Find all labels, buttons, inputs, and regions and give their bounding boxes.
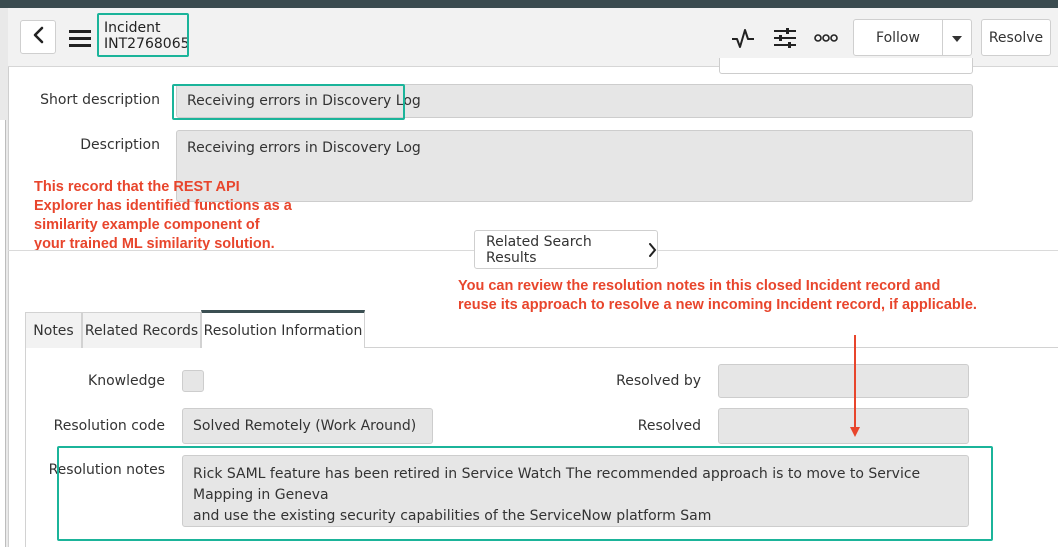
knowledge-checkbox[interactable] bbox=[182, 370, 204, 392]
tab-panel-border bbox=[25, 347, 26, 547]
resolved-by-label: Resolved by bbox=[616, 373, 701, 389]
field-partial-top bbox=[719, 58, 973, 74]
annotation-right-line: reuse its approach to resolve a new inco… bbox=[458, 297, 977, 313]
knowledge-label: Knowledge bbox=[88, 373, 165, 389]
resolved-field[interactable] bbox=[718, 408, 969, 444]
left-gutter-lower bbox=[0, 120, 6, 547]
caret-down-icon bbox=[952, 30, 962, 46]
window-top-strip bbox=[0, 0, 1058, 8]
description-label: Description bbox=[80, 137, 160, 153]
related-search-label: Related Search Results bbox=[486, 233, 592, 266]
divider-right bbox=[658, 250, 1058, 251]
chevron-right-icon bbox=[648, 242, 657, 257]
annotation-right: You can review the resolution notes in t… bbox=[458, 277, 1048, 315]
back-button[interactable] bbox=[20, 20, 56, 54]
resolution-code-field[interactable]: Solved Remotely (Work Around) bbox=[182, 408, 433, 444]
more-options-icon[interactable] bbox=[813, 28, 839, 48]
divider-left bbox=[8, 250, 474, 251]
tab-related-records[interactable]: Related Records bbox=[82, 312, 201, 348]
annotation-right-line: You can review the resolution notes in t… bbox=[458, 278, 941, 294]
annotation-left-line: similarity example component of bbox=[34, 217, 260, 233]
sliders-settings-icon[interactable] bbox=[772, 25, 798, 51]
annotation-arrow-icon bbox=[850, 335, 860, 437]
annotation-left: This record that the REST API Explorer h… bbox=[34, 178, 334, 254]
annotation-left-line: your trained ML similarity solution. bbox=[34, 236, 275, 252]
resolve-button[interactable]: Resolve bbox=[981, 19, 1051, 56]
tab-notes[interactable]: Notes bbox=[25, 312, 82, 348]
related-search-results-button[interactable]: Related Search Results bbox=[474, 230, 658, 269]
hamburger-menu-icon[interactable] bbox=[66, 26, 94, 50]
follow-button[interactable]: Follow bbox=[853, 19, 943, 56]
resolved-by-field[interactable] bbox=[718, 364, 969, 398]
annotation-left-line: This record that the REST API bbox=[34, 179, 240, 195]
follow-dropdown-button[interactable] bbox=[942, 19, 972, 56]
short-description-highlight bbox=[172, 84, 405, 120]
tab-resolution-information[interactable]: Resolution Information bbox=[201, 310, 365, 348]
record-title-highlight bbox=[97, 13, 189, 57]
resolution-notes-highlight bbox=[57, 446, 993, 541]
annotation-left-line: Explorer has identified functions as a bbox=[34, 198, 292, 214]
activity-pulse-icon[interactable] bbox=[730, 25, 756, 51]
resolved-label: Resolved bbox=[637, 418, 701, 434]
resolution-code-label: Resolution code bbox=[53, 418, 165, 434]
back-chevron-icon bbox=[32, 26, 44, 48]
short-description-label: Short description bbox=[40, 92, 160, 108]
